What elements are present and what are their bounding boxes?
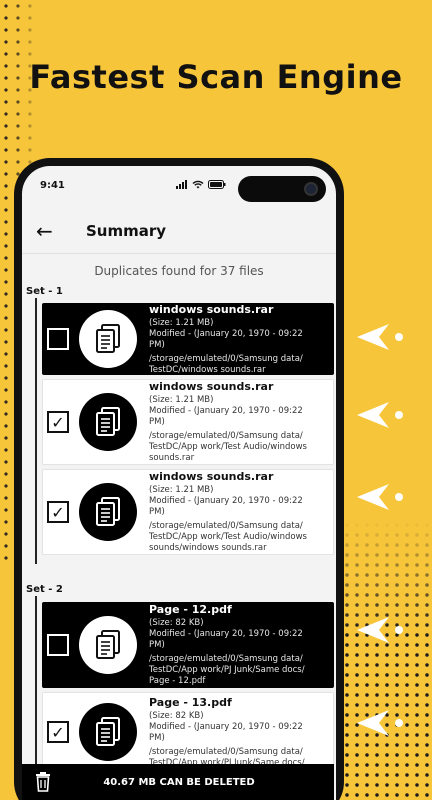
file-thumbnail [79, 310, 137, 368]
app-bar: ← Summary [22, 208, 336, 254]
select-checkbox[interactable]: ✓ [47, 721, 69, 743]
trash-icon[interactable] [32, 772, 54, 792]
camera-lens [304, 182, 318, 196]
status-bar: 9:41 [22, 166, 336, 204]
file-modified: Modified - (January 20, 1970 - 09:22 PM) [149, 721, 303, 743]
select-checkbox[interactable] [47, 634, 69, 656]
file-modified: Modified - (January 20, 1970 - 09:22 PM) [149, 629, 303, 650]
file-modified: Modified - (January 20, 1970 - 09:22 PM) [149, 496, 303, 517]
arrow-pointer-icon [357, 402, 403, 428]
deletable-size-text: 40.67 MB CAN BE DELETED [103, 776, 255, 788]
select-checkbox[interactable] [47, 328, 69, 350]
file-size: (Size: 82 KB) [149, 618, 204, 628]
file-thumbnail [79, 703, 137, 761]
file-size: (Size: 1.21 MB) [149, 485, 214, 495]
file-path: /storage/emulated/0/Samsung data/ TestDC… [149, 353, 303, 375]
back-arrow-icon[interactable]: ← [36, 219, 62, 243]
signal-icon [176, 180, 187, 189]
checkmark-icon: ✓ [51, 722, 65, 742]
file-info: windows sounds.rar (Size: 1.21 MB) Modif… [149, 470, 317, 554]
document-copy-icon [96, 630, 120, 659]
arrow-pointer-icon [357, 484, 403, 510]
file-size: (Size: 1.21 MB) [149, 317, 214, 328]
duplicates-summary: Duplicates found for 37 files [94, 264, 264, 278]
checkmark-icon: ✓ [51, 412, 65, 432]
file-info: Page - 13.pdf (Size: 82 KB) Modified - (… [149, 696, 317, 769]
file-info: windows sounds.rar (Size: 1.21 MB) Modif… [149, 303, 317, 376]
checkmark-icon: ✓ [51, 502, 65, 522]
file-card-set1-3[interactable]: ✓ windows sounds.rar (Size: 1.21 MB) Mod… [42, 469, 334, 555]
file-name: windows sounds.rar [149, 302, 274, 316]
wifi-icon [192, 180, 204, 189]
status-icons [176, 180, 226, 189]
set-1-timeline [35, 298, 37, 564]
file-card-set2-2[interactable]: ✓ Page - 13.pdf (Size: 82 KB) Modified -… [42, 692, 334, 772]
file-name: windows sounds.rar [149, 470, 274, 483]
file-path: /storage/emulated/0/Samsung data/ TestDC… [149, 431, 307, 463]
file-name: Page - 12.pdf [149, 603, 232, 616]
file-info: Page - 12.pdf (Size: 82 KB) Modified - (… [149, 603, 317, 687]
file-thumbnail [79, 483, 137, 541]
file-info: windows sounds.rar (Size: 1.21 MB) Modif… [149, 380, 317, 464]
document-copy-icon [96, 497, 120, 526]
file-path: /storage/emulated/0/Samsung data/ TestDC… [149, 521, 307, 553]
file-card-set1-1[interactable]: windows sounds.rar (Size: 1.21 MB) Modif… [42, 303, 334, 375]
page-title: Summary [86, 221, 167, 240]
file-modified: Modified - (January 20, 1970 - 09:22 PM) [149, 328, 303, 350]
battery-icon [208, 180, 226, 189]
promo-headline: Fastest Scan Engine [29, 58, 403, 96]
camera-cutout [238, 176, 326, 202]
file-name: Page - 13.pdf [149, 695, 232, 709]
file-thumbnail [79, 616, 137, 674]
select-checkbox[interactable]: ✓ [47, 411, 69, 433]
select-checkbox[interactable]: ✓ [47, 501, 69, 523]
arrow-pointer-icon [357, 324, 403, 350]
document-copy-icon [96, 717, 120, 746]
set-label-1: Set - 1 [26, 286, 63, 297]
set-label-2: Set - 2 [26, 584, 63, 595]
arrow-pointer-icon [357, 617, 403, 643]
file-size: (Size: 1.21 MB) [149, 395, 214, 405]
arrow-pointer-icon [357, 710, 403, 736]
document-copy-icon [96, 407, 120, 436]
file-modified: Modified - (January 20, 1970 - 09:22 PM) [149, 406, 303, 427]
status-time: 9:41 [40, 179, 65, 191]
phone-screen: 9:41 ← Summary Duplicates found for 37 f… [22, 166, 336, 800]
file-path: /storage/emulated/0/Samsung data/ TestDC… [149, 654, 305, 686]
delete-bar[interactable]: 40.67 MB CAN BE DELETED [22, 764, 334, 800]
phone-frame: 9:41 ← Summary Duplicates found for 37 f… [14, 158, 344, 800]
document-copy-icon [96, 324, 120, 353]
file-thumbnail [79, 393, 137, 451]
file-name: windows sounds.rar [149, 380, 274, 393]
file-card-set2-1[interactable]: Page - 12.pdf (Size: 82 KB) Modified - (… [42, 602, 334, 688]
file-card-set1-2[interactable]: ✓ windows sounds.rar (Size: 1.21 MB) Mod… [42, 379, 334, 465]
file-size: (Size: 82 KB) [149, 710, 204, 721]
